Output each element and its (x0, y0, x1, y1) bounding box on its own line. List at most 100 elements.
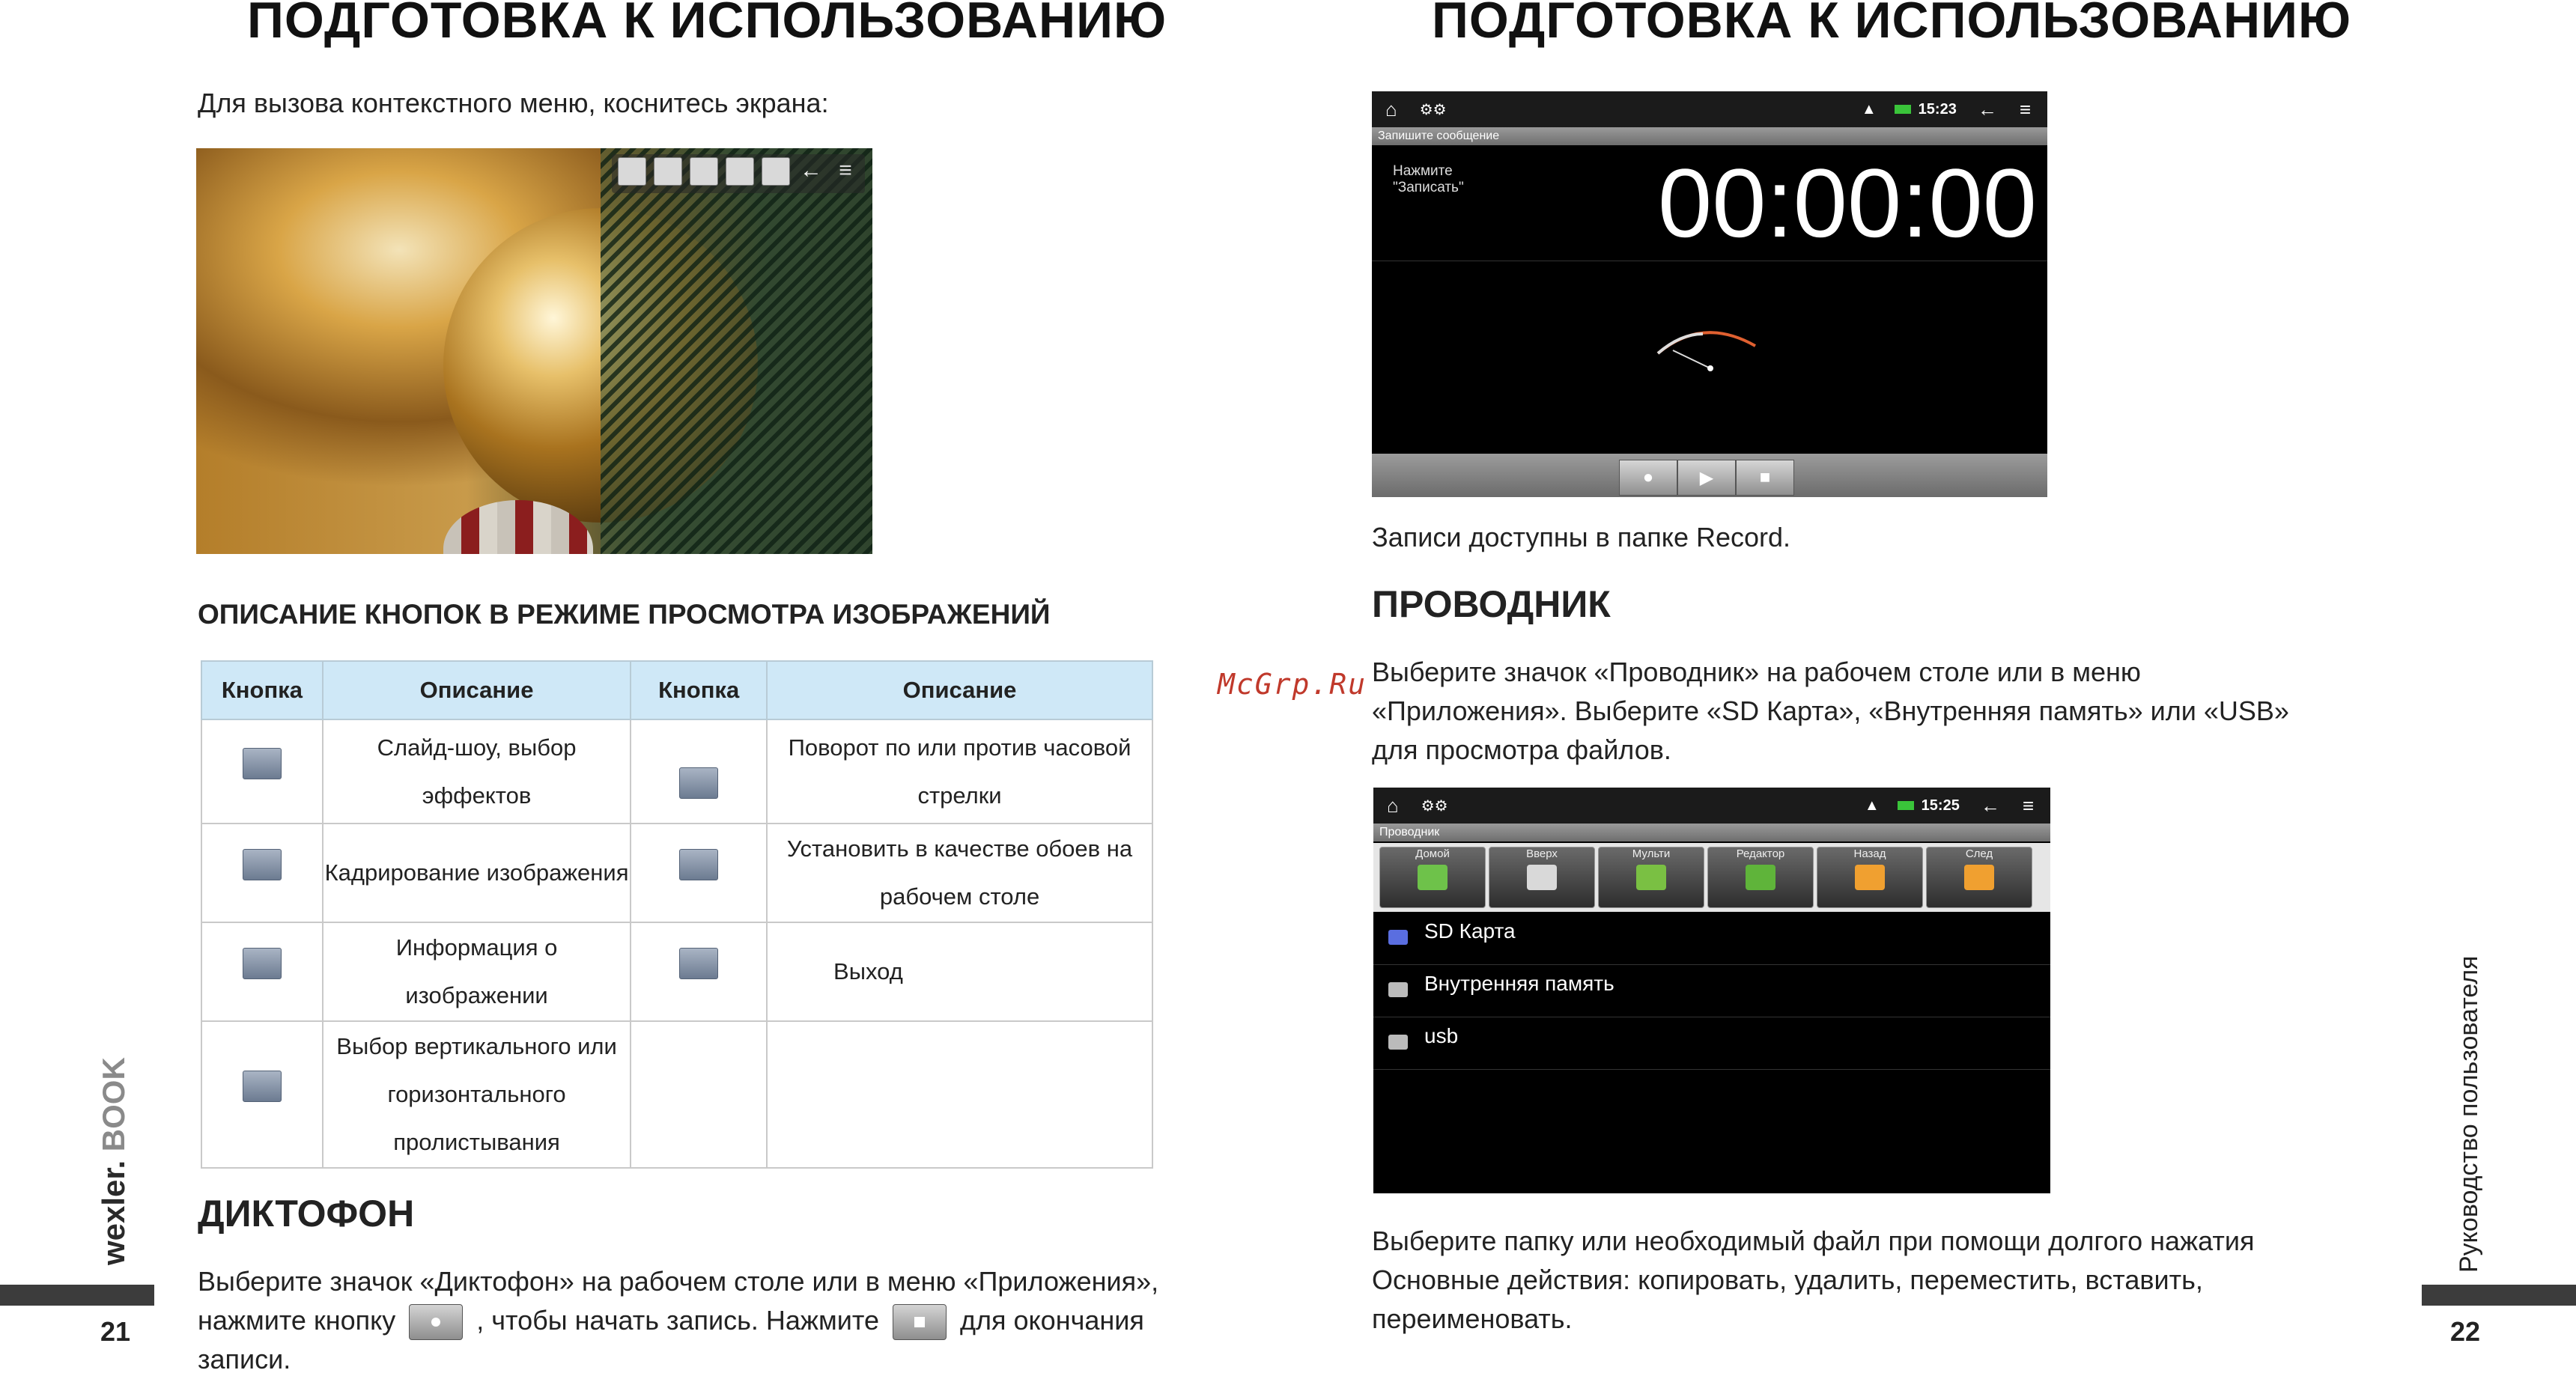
table-cell: Выход (766, 922, 1153, 1022)
back-arrow-icon: ← (1977, 97, 1997, 121)
slideshow-icon (242, 747, 282, 779)
list-item-label: usb (1424, 1024, 1459, 1047)
table-cell: Кадрирование изображения (321, 823, 632, 923)
recorder-subtitle: Запишите сообщение (1372, 127, 2047, 145)
scroll-direction-icon (242, 1071, 282, 1102)
info-icon[interactable] (762, 157, 790, 186)
list-item[interactable]: SD Карта (1373, 912, 2050, 965)
table-cell-empty (630, 1020, 768, 1169)
header-description-1: Описание (321, 660, 632, 720)
fm-back-button[interactable]: Назад (1817, 847, 1923, 908)
list-item[interactable]: usb (1373, 1017, 2050, 1070)
back-folder-icon (1855, 865, 1885, 890)
rotate-icon[interactable] (654, 157, 682, 186)
level-meter (1656, 331, 1756, 371)
fm-editor-button[interactable]: Редактор (1707, 847, 1814, 908)
brand-logo: wexler. BOOK (96, 1057, 132, 1265)
play-button[interactable]: ▶ (1677, 460, 1736, 496)
wallpaper-icon (679, 849, 719, 880)
stop-button-icon (892, 1304, 947, 1341)
house-icon (1418, 865, 1448, 890)
table-cell: Слайд-шоу, выбор эффектов (321, 719, 632, 824)
brand-wordmark: wexler. (96, 1160, 131, 1265)
crop-icon (242, 849, 282, 880)
left-page-number: 21 (100, 1316, 131, 1347)
menu-icon: ≡ (2019, 97, 2031, 121)
recorder-statusbar: ⌂ ⚙⚙ ▲ 15:23 ← ≡ (1372, 91, 2047, 127)
list-item-label: SD Карта (1424, 919, 1516, 943)
slideshow-icon[interactable] (618, 157, 646, 186)
explorer-text-line-1: Выберите значок «Проводник» на рабочем с… (1372, 657, 2141, 687)
stop-button[interactable]: ■ (1736, 460, 1794, 496)
left-footer-bar (0, 1285, 154, 1306)
recorder-controls: ● ▶ ■ (1372, 454, 2047, 497)
left-page-title: ПОДГОТОВКА К ИСПОЛЬЗОВАНИЮ (247, 0, 1167, 49)
bottom-text-line-2: Основные действия: копировать, удалить, … (1372, 1264, 2203, 1295)
side-caption: Руководство пользователя (2455, 955, 2483, 1273)
header-button-1: Кнопка (201, 660, 323, 720)
file-manager-screenshot: ⌂ ⚙⚙ ▲ 15:25 ← ≡ Проводник Домой Вверх М… (1373, 788, 2050, 1193)
wallpaper-icon[interactable] (726, 157, 754, 186)
wifi-icon: ▲ (1864, 797, 1880, 814)
recorder-hint: Нажмите "Записать" (1393, 163, 1464, 195)
sd-card-icon (1388, 930, 1408, 945)
menu-icon[interactable]: ≡ (832, 157, 859, 184)
brand-book: BOOK (96, 1057, 131, 1152)
battery-icon (1897, 801, 1914, 810)
dictaphone-heading: ДИКТОФОН (198, 1193, 415, 1235)
dictaphone-text-2b: , чтобы начать запись. Нажмите (476, 1305, 879, 1336)
editor-icon (1746, 865, 1775, 890)
table-cell: Поворот по или против часовой стрелки (766, 719, 1153, 824)
fm-multi-button[interactable]: Мульти (1598, 847, 1704, 908)
back-arrow-icon: ← (1980, 794, 2000, 817)
recorder-timer: 00:00:00 (1657, 148, 2037, 258)
fm-next-button[interactable]: След (1926, 847, 2032, 908)
recorder-clock: 15:23 (1918, 100, 1957, 118)
drive-icon (1388, 982, 1408, 997)
fm-statusbar: ⌂ ⚙⚙ ▲ 15:25 ← ≡ (1373, 788, 2050, 824)
menu-icon: ≡ (2022, 794, 2034, 817)
fm-home-button[interactable]: Домой (1379, 847, 1486, 908)
dictaphone-text-2a: нажмите кнопку (198, 1305, 396, 1336)
up-folder-icon (1527, 865, 1557, 890)
notification-icons: ⚙⚙ (1421, 797, 1448, 815)
bottom-text-line-3: переименовать. (1372, 1303, 1573, 1334)
table-row: Слайд-шоу, выбор эффектов Поворот по или… (201, 719, 1153, 824)
buttons-table-heading: ОПИСАНИЕ КНОПОК В РЕЖИМЕ ПРОСМОТРА ИЗОБР… (198, 599, 1051, 630)
recorder-screenshot: ⌂ ⚙⚙ ▲ 15:23 ← ≡ Запишите сообщение Нажм… (1372, 91, 2047, 497)
record-button-icon (409, 1304, 464, 1341)
next-folder-icon (1964, 865, 1994, 890)
fm-up-button[interactable]: Вверх (1489, 847, 1595, 908)
back-arrow-icon (679, 948, 719, 979)
wifi-icon: ▲ (1861, 100, 1877, 118)
list-item[interactable]: Внутренняя память (1373, 964, 2050, 1017)
fm-subtitle: Проводник (1373, 824, 2050, 841)
dictaphone-text-line-2: нажмите кнопку , чтобы начать запись. На… (198, 1301, 1144, 1341)
dictaphone-text-2c: для окончания (960, 1305, 1144, 1336)
buttons-description-table: Кнопка Описание Кнопка Описание Слайд-шо… (201, 660, 1153, 1169)
fm-clock: 15:25 (1921, 797, 1960, 814)
rotate-icon (679, 767, 719, 799)
fm-toolbar: Домой Вверх Мульти Редактор Назад След (1373, 843, 2050, 912)
viewer-toolbar: ← ≡ (612, 154, 865, 193)
header-description-2: Описание (766, 660, 1153, 720)
table-cell: Информация о изображении (321, 922, 632, 1022)
explorer-text-line-3: для просмотра файлов. (1372, 734, 1671, 765)
notification-icons: ⚙⚙ (1419, 101, 1447, 118)
back-arrow-icon[interactable]: ← (798, 157, 824, 184)
explorer-text-line-2: «Приложения». Выберите «SD Карта», «Внут… (1372, 695, 2289, 726)
explorer-heading: ПРОВОДНИК (1372, 583, 1611, 625)
bottom-text-line-1: Выберите папку или необходимый файл при … (1372, 1226, 2255, 1256)
crop-icon[interactable] (690, 157, 718, 186)
info-icon (242, 948, 282, 979)
tree-branches (601, 148, 872, 554)
right-page-number: 22 (2450, 1316, 2481, 1347)
table-row: Информация о изображении Выход (201, 922, 1153, 1022)
table-header-row: Кнопка Описание Кнопка Описание (201, 660, 1153, 720)
dictaphone-text-line-1: Выберите значок «Диктофон» на рабочем ст… (198, 1266, 1159, 1297)
table-cell: Установить в качестве обоев на рабочем с… (766, 823, 1153, 923)
table-row: Выбор вертикального или горизонтального … (201, 1020, 1153, 1169)
usb-drive-icon (1388, 1035, 1408, 1050)
record-button[interactable]: ● (1619, 460, 1677, 496)
list-item-label: Внутренняя память (1424, 972, 1614, 995)
